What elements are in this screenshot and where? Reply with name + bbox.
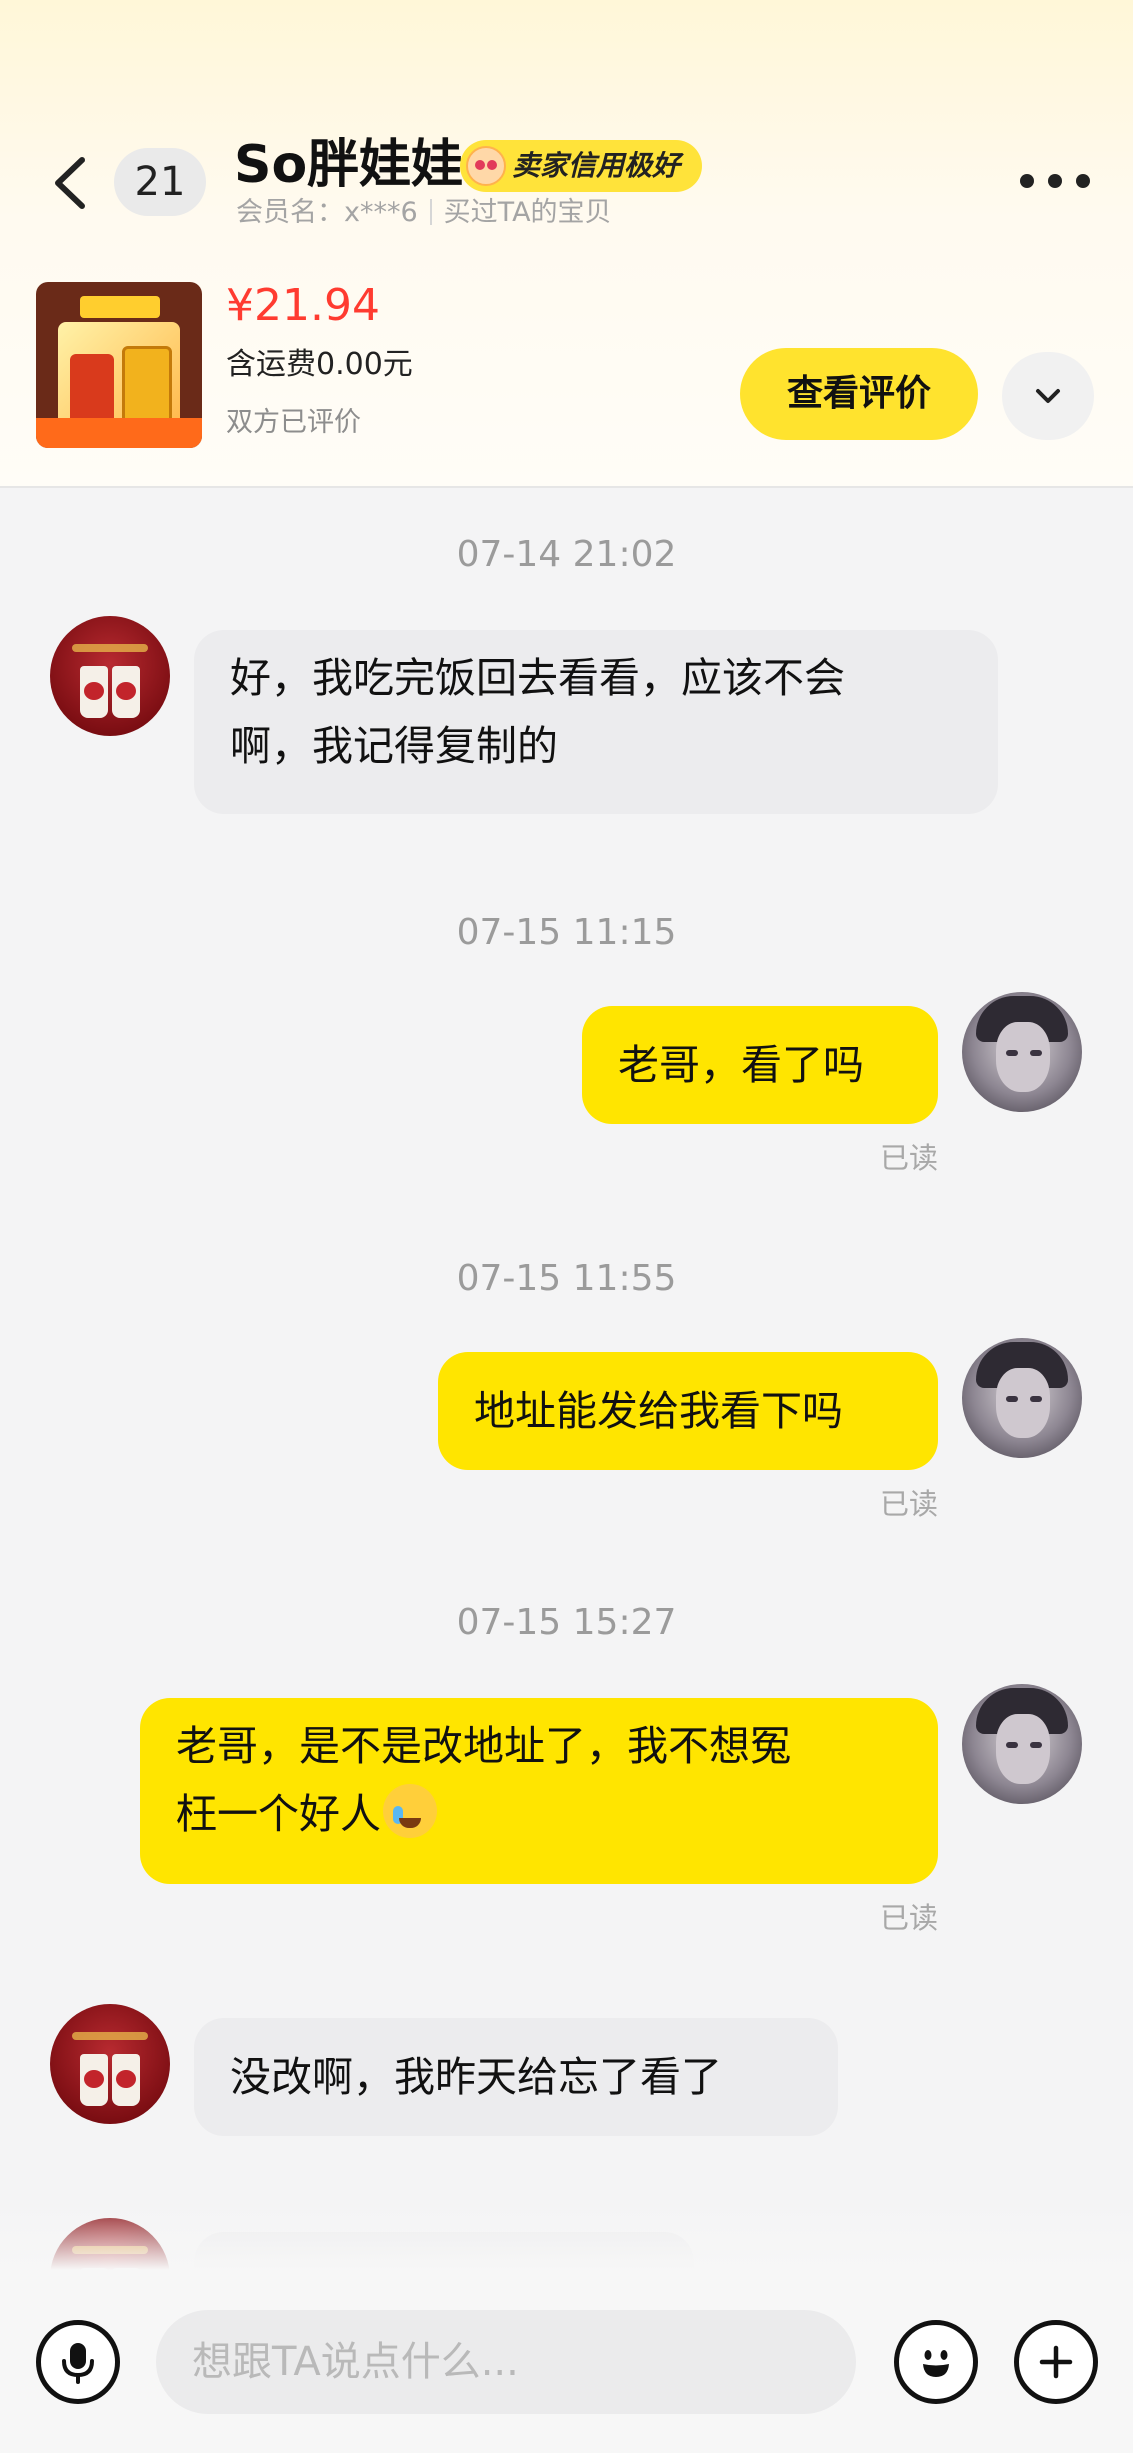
read-status: 已读 xyxy=(880,1141,939,1175)
message-line: 好，我吃完饭回去看看，应该不会 xyxy=(230,654,845,702)
avatar-detail xyxy=(112,666,140,718)
avatar-detail xyxy=(996,1714,1050,1784)
chat-title: So胖娃娃 xyxy=(234,135,464,195)
more-actions-button[interactable] xyxy=(1014,2320,1098,2404)
unread-count-badge[interactable]: 21 xyxy=(114,148,206,216)
product-image-can xyxy=(70,354,114,424)
collapse-product-button[interactable] xyxy=(1002,352,1094,440)
chat-header: 21 So胖娃娃 卖家信用极好 会员名：x***6 买过TA的宝贝 ¥21.94 … xyxy=(0,0,1133,488)
message-input[interactable] xyxy=(156,2310,856,2414)
message-line: 老哥，是不是改地址了，我不想冤 xyxy=(176,1722,791,1770)
outgoing-message-bubble[interactable]: 地址能发给我看下吗 xyxy=(438,1352,938,1470)
more-dot xyxy=(1076,174,1090,188)
message-timestamp: 07-15 11:55 xyxy=(456,1258,677,1299)
my-avatar[interactable] xyxy=(962,992,1082,1112)
product-thumbnail[interactable] xyxy=(36,282,202,448)
view-review-button[interactable]: 查看评价 xyxy=(740,348,978,440)
my-avatar[interactable] xyxy=(962,1338,1082,1458)
message-timestamp: 07-15 11:15 xyxy=(456,912,677,953)
avatar-detail xyxy=(1030,1050,1042,1056)
message-line-text: 枉一个好人 xyxy=(176,1790,381,1838)
avatar-detail xyxy=(1030,1742,1042,1748)
incoming-message-bubble[interactable]: 没改啊，我昨天给忘了看了 xyxy=(194,2018,838,2136)
avatar-detail xyxy=(1006,1050,1018,1056)
credit-face-icon xyxy=(466,146,506,186)
input-fade xyxy=(0,2200,1133,2270)
emoji-button[interactable] xyxy=(894,2320,978,2404)
back-button[interactable] xyxy=(44,148,100,218)
review-status: 双方已评价 xyxy=(226,407,361,438)
product-image-strip xyxy=(36,418,202,448)
product-image-can xyxy=(122,346,172,424)
seller-avatar[interactable] xyxy=(50,2004,170,2124)
crying-laughing-emoji-icon xyxy=(383,1784,437,1838)
message-timestamp: 07-14 21:02 xyxy=(456,534,677,575)
divider xyxy=(429,199,432,225)
read-status: 已读 xyxy=(880,1901,939,1935)
avatar-detail xyxy=(80,666,108,718)
credit-badge-label: 卖家信用极好 xyxy=(512,149,681,182)
smiley-icon xyxy=(923,2350,949,2377)
outgoing-message-bubble[interactable]: 老哥，是不是改地址了，我不想冤 枉一个好人 xyxy=(140,1698,938,1884)
avatar-detail xyxy=(1030,1396,1042,1402)
message-timestamp: 07-15 15:27 xyxy=(456,1602,677,1643)
avatar-detail xyxy=(996,1022,1050,1092)
incoming-message-bubble[interactable]: 好，我吃完饭回去看看，应该不会 啊，我记得复制的 xyxy=(194,630,998,814)
shipping-fee: 含运费0.00元 xyxy=(226,347,413,382)
avatar-detail xyxy=(112,2054,140,2106)
seller-avatar[interactable] xyxy=(50,616,170,736)
message-line: 啊，我记得复制的 xyxy=(230,722,558,770)
member-info: 会员名：x***6 买过TA的宝贝 xyxy=(236,194,612,232)
avatar-detail xyxy=(1006,1742,1018,1748)
more-options-button[interactable] xyxy=(1020,160,1090,200)
more-horizontal-icon xyxy=(1020,174,1034,188)
plus-icon xyxy=(1039,2345,1073,2379)
chevron-down-icon xyxy=(1036,389,1060,403)
message-line: 枉一个好人 xyxy=(176,1780,902,1848)
avatar-detail xyxy=(72,2032,148,2040)
microphone-icon xyxy=(62,2343,94,2384)
bought-items-link[interactable]: 买过TA的宝贝 xyxy=(444,197,612,228)
product-image-label xyxy=(80,296,160,318)
avatar-detail xyxy=(996,1368,1050,1438)
avatar-detail xyxy=(72,644,148,652)
chat-screen: 21 So胖娃娃 卖家信用极好 会员名：x***6 买过TA的宝贝 ¥21.94 … xyxy=(0,0,1133,2453)
voice-input-button[interactable] xyxy=(36,2320,120,2404)
avatar-detail xyxy=(80,2054,108,2106)
my-avatar[interactable] xyxy=(962,1684,1082,1804)
avatar-detail xyxy=(1006,1396,1018,1402)
product-price: ¥21.94 xyxy=(226,280,380,331)
seller-credit-badge[interactable]: 卖家信用极好 xyxy=(460,140,703,192)
chevron-left-icon xyxy=(55,157,85,209)
outgoing-message-bubble[interactable]: 老哥，看了吗 xyxy=(582,1006,938,1124)
read-status: 已读 xyxy=(880,1487,939,1521)
member-name: 会员名：x***6 xyxy=(236,197,418,228)
more-dot xyxy=(1048,174,1062,188)
